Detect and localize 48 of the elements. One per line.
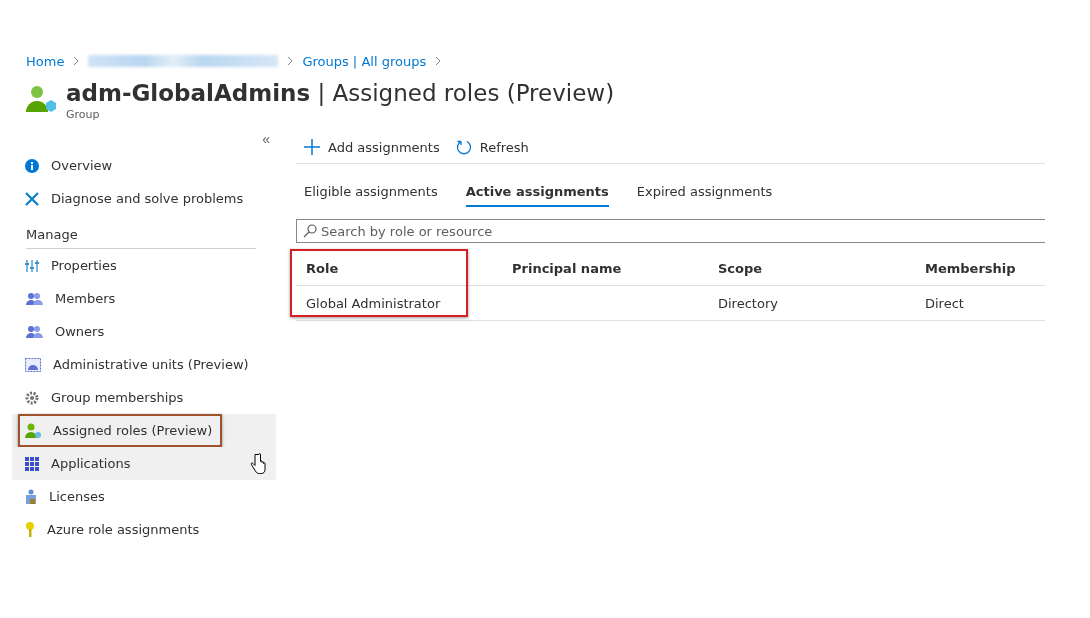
- chevron-icon: [286, 56, 295, 66]
- group-user-icon: [26, 84, 56, 114]
- breadcrumb-link[interactable]: Home: [26, 53, 65, 69]
- column-header[interactable]: Role: [296, 260, 502, 276]
- breadcrumb-link[interactable]: Groups | All groups: [302, 53, 427, 69]
- page-title: adm-GlobalAdmins | Assigned roles (Preview): [66, 79, 615, 108]
- tab[interactable]: Active assignments: [465, 178, 609, 207]
- sidebar-item[interactable]: Assigned roles (Preview): [12, 414, 276, 447]
- people-icon: [25, 325, 43, 338]
- sidebar-item[interactable]: Licenses: [12, 480, 276, 513]
- sidebar-item[interactable]: Owners: [12, 315, 276, 348]
- refresh-icon: [455, 139, 472, 155]
- column-header[interactable]: Membership: [915, 260, 1045, 276]
- table-cell-text: Global Administrator: [305, 295, 442, 311]
- sidebar-item[interactable]: Group memberships: [12, 381, 276, 414]
- sidebar-item[interactable]: Azure role assignments: [12, 513, 276, 546]
- sidebar-item[interactable]: Overview: [12, 149, 276, 182]
- info-icon: [25, 158, 39, 173]
- tab[interactable]: Expired assignments: [636, 178, 773, 207]
- refresh-button[interactable]: Refresh: [455, 139, 529, 155]
- sidebar-item[interactable]: Members: [12, 282, 276, 315]
- key-icon: [25, 522, 35, 537]
- column-header[interactable]: Scope: [708, 260, 915, 276]
- sidebar-item[interactable]: Administrative units (Preview): [12, 348, 276, 381]
- table-cell-text: Directory: [717, 295, 779, 311]
- sliders-icon: [25, 258, 39, 273]
- unit-icon: [25, 357, 41, 372]
- chevron-icon: [434, 56, 443, 66]
- grid-icon: [25, 456, 39, 471]
- user-icon: [25, 423, 41, 438]
- sidebar-item[interactable]: Applications: [12, 447, 276, 480]
- collapse-button[interactable]: «: [256, 129, 276, 149]
- add-button[interactable]: Add assignments: [304, 139, 440, 155]
- tab[interactable]: Eligible assignments: [304, 178, 438, 207]
- people-icon: [25, 292, 43, 305]
- chevron-icon: [72, 56, 81, 66]
- search-icon: [303, 224, 317, 238]
- gear-icon: [25, 390, 39, 405]
- sidebar-item[interactable]: Properties: [12, 249, 276, 282]
- sidebar-item[interactable]: Diagnose and solve problems: [12, 182, 276, 215]
- plus-icon: [304, 139, 320, 155]
- table-cell-text: Direct: [924, 295, 965, 311]
- page-subtitle: Group: [66, 108, 101, 121]
- license-icon: [25, 489, 37, 504]
- search-field[interactable]: Search by role or resource: [296, 219, 1045, 243]
- column-header[interactable]: Principal name: [502, 260, 708, 276]
- hand-cursor-icon: [250, 453, 266, 475]
- section-heading: Manage: [26, 223, 256, 249]
